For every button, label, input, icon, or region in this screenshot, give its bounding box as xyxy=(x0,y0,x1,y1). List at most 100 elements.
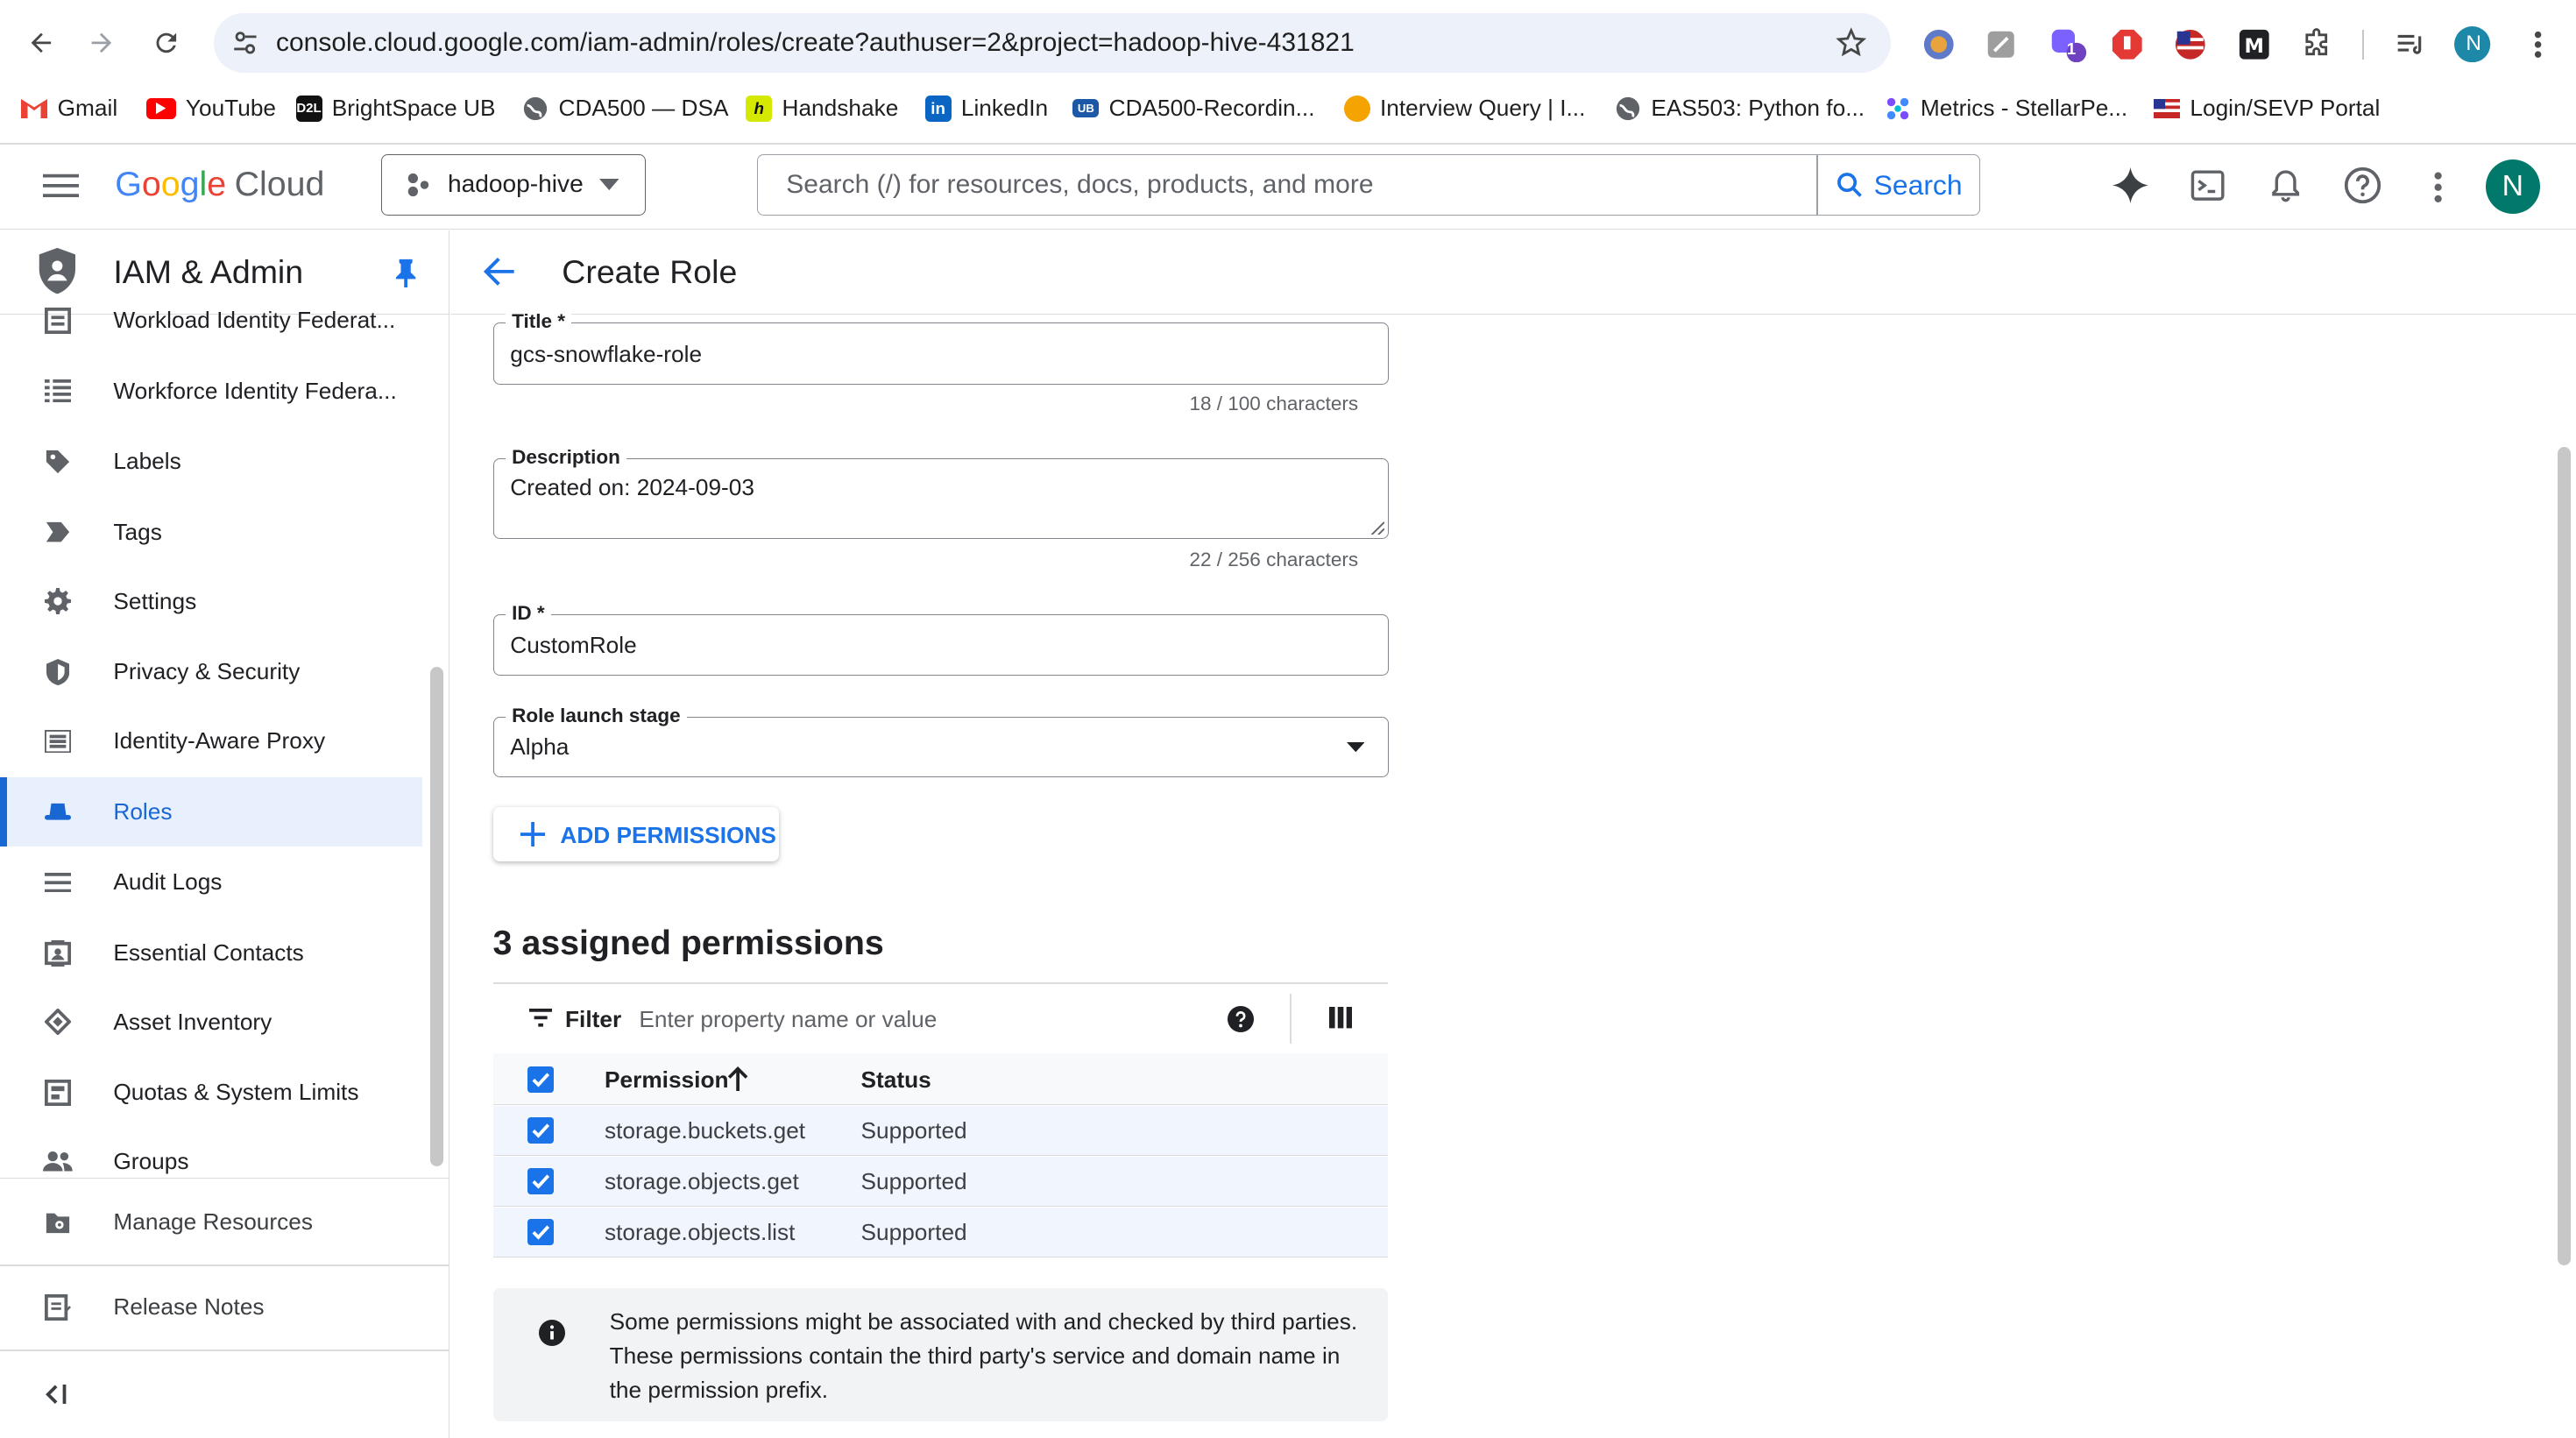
browser-menu-icon[interactable] xyxy=(2520,26,2556,62)
add-permissions-button[interactable]: ADD PERMISSIONS xyxy=(492,806,779,861)
select-all-checkbox[interactable] xyxy=(527,1066,554,1093)
bookmark-handshake[interactable]: h Handshake xyxy=(746,92,898,125)
more-options-icon[interactable] xyxy=(2433,171,2443,204)
launch-stage-value: Alpha xyxy=(510,733,570,761)
list-icon xyxy=(43,868,73,897)
sidebar-scrollbar[interactable] xyxy=(430,667,444,1167)
title-value: gcs-snowflake-role xyxy=(510,341,703,368)
description-field[interactable]: Description Created on: 2024-09-03 xyxy=(492,446,1389,540)
filter-icon[interactable] xyxy=(528,1009,552,1027)
sidebar-item-labels[interactable]: Labels xyxy=(0,428,422,497)
sidebar-item-asset-inventory[interactable]: Asset Inventory xyxy=(0,988,422,1057)
row-checkbox[interactable] xyxy=(527,1168,554,1195)
groups-icon xyxy=(42,1147,73,1177)
extension-5-icon[interactable] xyxy=(2172,26,2208,62)
forward-icon[interactable] xyxy=(82,23,122,62)
sidebar-item-privacy-security[interactable]: Privacy & Security xyxy=(0,638,422,707)
flag-icon xyxy=(2154,98,2181,118)
bookmark-cda500-dsa[interactable]: CDA500 — DSA xyxy=(522,92,729,125)
pin-icon[interactable] xyxy=(394,258,417,288)
project-name: hadoop-hive xyxy=(448,170,584,198)
gmail-icon xyxy=(21,96,48,122)
sidebar-item-identity-aware-proxy[interactable]: Identity-Aware Proxy xyxy=(0,706,422,776)
sort-ascending-icon[interactable] xyxy=(726,1066,749,1091)
manage-resources-icon xyxy=(43,1207,73,1236)
content-scrollbar[interactable] xyxy=(2558,447,2572,1265)
bookmark-eas503[interactable]: EAS503: Python fo... xyxy=(1615,92,1865,125)
collapse-sidebar-icon[interactable] xyxy=(45,1384,67,1405)
cloud-shell-icon[interactable] xyxy=(2190,167,2226,203)
chevron-down-icon xyxy=(598,178,619,190)
asset-icon xyxy=(43,1007,73,1037)
column-header-status[interactable]: Status xyxy=(861,1066,931,1094)
table-row[interactable]: storage.buckets.get Supported xyxy=(492,1105,1389,1157)
bookmark-cda500-recording[interactable]: UB CDA500-Recordin... xyxy=(1072,92,1315,125)
back-icon[interactable] xyxy=(21,23,60,62)
bookmark-star-icon[interactable] xyxy=(1835,26,1868,60)
left-navigation: IAM & Admin Workload Identity Federat...… xyxy=(0,230,449,1438)
sidebar-item-manage-resources[interactable]: Manage Resources xyxy=(0,1187,449,1257)
sidebar-item-quotas[interactable]: Quotas & System Limits xyxy=(0,1059,422,1128)
reading-list-icon[interactable] xyxy=(2392,26,2428,62)
column-header-permission[interactable]: Permission xyxy=(605,1066,729,1094)
extension-badge: 1 xyxy=(2066,39,2077,58)
extension-3-icon[interactable]: 1 xyxy=(2047,26,2090,63)
bookmark-interview-query[interactable]: Interview Query | I... xyxy=(1343,92,1585,125)
sidebar-item-essential-contacts[interactable]: Essential Contacts xyxy=(0,918,422,988)
google-cloud-logo[interactable]: Google Cloud xyxy=(115,165,324,204)
sidebar-footer: Manage Resources Release Notes xyxy=(0,1178,449,1438)
bookmark-youtube[interactable]: YouTube xyxy=(145,92,276,125)
reload-icon[interactable] xyxy=(146,23,186,62)
title-field[interactable]: Title * gcs-snowflake-role xyxy=(492,309,1389,385)
row-checkbox[interactable] xyxy=(527,1117,554,1144)
bookmark-brightspace[interactable]: D2L BrightSpace UB xyxy=(295,92,496,125)
column-display-icon[interactable] xyxy=(1328,1007,1353,1029)
account-avatar[interactable]: N xyxy=(2485,159,2540,214)
bookmark-sevp[interactable]: Login/SEVP Portal xyxy=(2154,92,2380,125)
description-char-counter: 22 / 256 characters xyxy=(1189,549,1359,571)
filter-input[interactable]: Enter property name or value xyxy=(638,994,1180,1043)
sidebar-item-audit-logs[interactable]: Audit Logs xyxy=(0,848,422,917)
bookmark-gmail[interactable]: Gmail xyxy=(21,92,117,125)
sidebar-item-release-notes[interactable]: Release Notes xyxy=(0,1272,449,1342)
sidebar-item-workforce-identity[interactable]: Workforce Identity Federa... xyxy=(0,357,422,426)
address-bar[interactable]: console.cloud.google.com/iam-admin/roles… xyxy=(213,13,1892,73)
notifications-bell-icon[interactable] xyxy=(2268,166,2304,205)
bookmark-linkedin[interactable]: in LinkedIn xyxy=(924,92,1048,125)
back-arrow-icon[interactable] xyxy=(483,257,516,287)
search-button[interactable]: Search xyxy=(1816,154,1980,216)
label-icon xyxy=(43,447,73,477)
id-field[interactable]: ID * CustomRole xyxy=(492,602,1389,676)
table-row[interactable]: storage.objects.get Supported xyxy=(492,1157,1389,1208)
table-row[interactable]: storage.objects.list Supported xyxy=(492,1208,1389,1258)
sidebar-item-workload-identity[interactable]: Workload Identity Federat... xyxy=(0,286,422,355)
extension-6-icon[interactable]: M xyxy=(2236,26,2272,62)
hamburger-menu-icon[interactable] xyxy=(42,171,79,201)
interview-query-icon xyxy=(1343,95,1370,122)
title-char-counter: 18 / 100 characters xyxy=(1189,393,1359,415)
info-line: the permission prefix. xyxy=(609,1377,829,1404)
resize-handle-icon[interactable] xyxy=(1369,521,1384,535)
extension-1-icon[interactable] xyxy=(1921,26,1957,62)
linkedin-icon: in xyxy=(924,95,952,122)
extension-2-icon[interactable] xyxy=(1983,26,2019,62)
profile-avatar[interactable]: N xyxy=(2454,26,2491,63)
search-input[interactable]: Search (/) for resources, docs, products… xyxy=(757,154,1817,216)
bookmark-metrics[interactable]: Metrics - StellarPe... xyxy=(1885,92,2127,125)
extension-4-icon[interactable] xyxy=(2110,26,2146,62)
sidebar-item-tags[interactable]: Tags xyxy=(0,498,422,567)
sidebar-item-roles[interactable]: Roles xyxy=(0,776,422,847)
info-line: These permissions contain the third part… xyxy=(609,1342,1341,1369)
launch-stage-select[interactable]: Role launch stage Alpha xyxy=(492,704,1389,777)
extensions-puzzle-icon[interactable] xyxy=(2298,26,2334,62)
project-selector[interactable]: hadoop-hive xyxy=(381,154,646,216)
row-checkbox[interactable] xyxy=(527,1219,554,1246)
recording-icon: UB xyxy=(1072,99,1100,118)
gemini-sparkle-icon[interactable] xyxy=(2111,166,2150,205)
help-icon[interactable] xyxy=(2343,166,2382,205)
sidebar-item-settings[interactable]: Settings xyxy=(0,567,422,636)
filter-help-icon[interactable] xyxy=(1227,1005,1254,1032)
page-title: Create Role xyxy=(562,252,738,290)
permission-status: Supported xyxy=(860,1219,967,1246)
site-settings-icon[interactable] xyxy=(230,28,260,58)
